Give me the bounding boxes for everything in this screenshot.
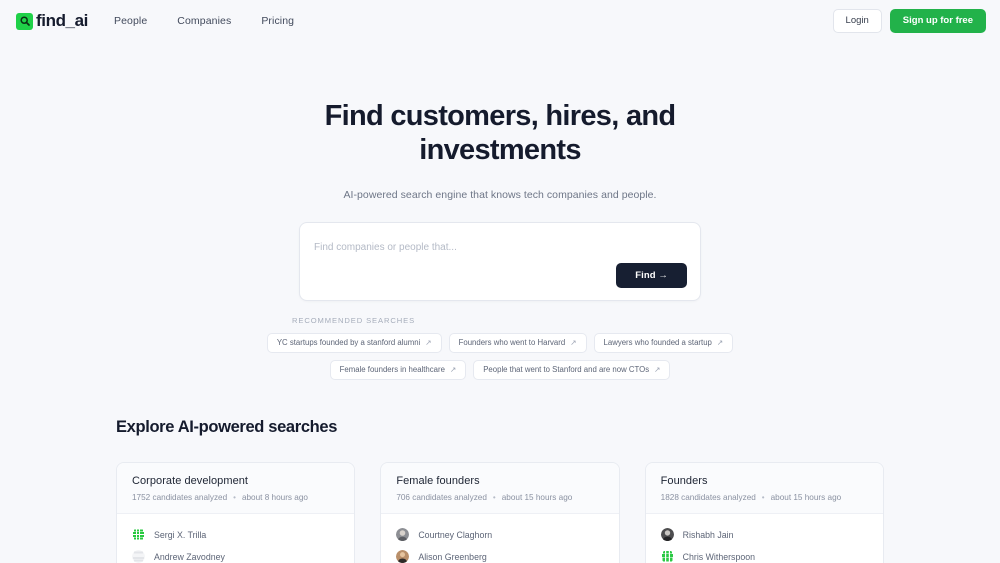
login-button[interactable]: Login — [832, 9, 882, 33]
chip-label: Lawyers who founded a startup — [603, 338, 712, 348]
card-people-list: Courtney Claghorn Alison Greenberg Liz T… — [381, 514, 618, 563]
external-arrow-icon: ↗ — [654, 365, 661, 375]
card-timestamp: about 15 hours ago — [501, 492, 573, 502]
card-people-list: Rishabh Jain Chris Witherspoon Paul Naka… — [646, 514, 883, 563]
person-name: Sergi X. Trilla — [154, 529, 207, 540]
recommended-chip[interactable]: People that went to Stanford and are now… — [473, 360, 671, 380]
chip-label: Female founders in healthcare — [339, 365, 445, 375]
meta-separator: • — [233, 492, 236, 502]
external-arrow-icon: ↗ — [425, 338, 432, 348]
hero-section: Find customers, hires, and investments A… — [0, 42, 1000, 201]
avatar — [660, 528, 674, 542]
card-meta: 1752 candidates analyzed • about 8 hours… — [132, 493, 339, 502]
card-title: Female founders — [396, 474, 480, 487]
magnifier-icon — [16, 12, 33, 30]
find-button[interactable]: Find → — [616, 262, 687, 289]
avatar — [396, 550, 410, 563]
card-meta: 1828 candidates analyzed • about 15 hour… — [661, 493, 868, 502]
search-card[interactable]: Female founders 706 candidates analyzed … — [380, 461, 620, 563]
card-header: Corporate development 1752 candidates an… — [117, 462, 355, 514]
recommended-chip[interactable]: Female founders in healthcare ↗ — [329, 360, 467, 380]
card-header: Female founders 706 candidates analyzed … — [381, 462, 619, 514]
chip-label: YC startups founded by a stanford alumni — [276, 338, 421, 348]
avatar — [132, 550, 145, 563]
nav-link-people[interactable]: People — [114, 15, 147, 27]
person-name: Courtney Claghorn — [418, 529, 493, 540]
card-meta: 706 candidates analyzed • about 15 hours… — [396, 493, 603, 502]
chip-label: People that went to Stanford and are now… — [483, 365, 650, 375]
card-count: 1752 candidates analyzed — [132, 492, 228, 502]
recommended-chip[interactable]: YC startups founded by a stanford alumni… — [266, 333, 442, 354]
list-item[interactable]: Alison Greenberg — [396, 546, 603, 563]
search-input[interactable] — [314, 242, 686, 254]
card-people-list: Sergi X. Trilla Andrew Zavodney Peter R.… — [117, 514, 354, 563]
card-count: 1828 candidates analyzed — [660, 492, 756, 502]
list-item[interactable]: Andrew Zavodney — [132, 546, 339, 563]
nav-link-pricing[interactable]: Pricing — [261, 15, 294, 27]
external-arrow-icon: ↗ — [716, 338, 724, 348]
search-card[interactable]: Founders 1828 candidates analyzed • abou… — [644, 461, 884, 563]
avatar — [132, 528, 145, 542]
recommended-chip[interactable]: Lawyers who founded a startup ↗ — [593, 333, 734, 354]
meta-separator: • — [492, 492, 496, 502]
person-name: Alison Greenberg — [418, 551, 487, 562]
search-section: Find → — [0, 222, 1000, 302]
brand-name: find_ai — [36, 11, 88, 30]
card-header: Founders 1828 candidates analyzed • abou… — [645, 462, 883, 514]
page-title: Find customers, hires, and investments — [324, 100, 677, 166]
list-item[interactable]: Rishabh Jain — [660, 524, 868, 546]
chip-label: Founders who went to Harvard — [458, 338, 566, 348]
card-count: 706 candidates analyzed — [396, 492, 487, 502]
recommended-chip-rows: YC startups founded by a stanford alumni… — [266, 333, 734, 380]
list-item[interactable]: Courtney Claghorn — [396, 524, 603, 546]
person-name: Chris Witherspoon — [682, 551, 756, 562]
card-timestamp: about 15 hours ago — [770, 492, 842, 502]
meta-separator: • — [761, 492, 765, 502]
external-arrow-icon: ↗ — [570, 338, 577, 348]
card-title: Founders — [660, 474, 708, 487]
nav-actions: Login Sign up for free — [832, 9, 986, 33]
top-navbar: find_ai People Companies Pricing Login S… — [0, 0, 1000, 42]
recommended-row: Female founders in healthcare ↗ People t… — [290, 360, 710, 380]
signup-button[interactable]: Sign up for free — [889, 9, 986, 33]
brand-logo[interactable]: find_ai — [16, 11, 88, 31]
person-name: Andrew Zavodney — [154, 551, 225, 562]
card-title: Corporate development — [132, 474, 249, 487]
person-name: Rishabh Jain — [682, 529, 734, 540]
explore-section: Explore AI-powered searches Corporate de… — [0, 418, 1000, 563]
search-card[interactable]: Corporate development 1752 candidates an… — [116, 461, 356, 563]
nav-link-companies[interactable]: Companies — [177, 15, 231, 27]
hero-subtitle: AI-powered search engine that knows tech… — [343, 189, 657, 202]
recommended-searches: RECOMMENDED SEARCHES YC startups founded… — [266, 316, 734, 380]
search-box[interactable]: Find → — [299, 222, 701, 302]
recommended-label: RECOMMENDED SEARCHES — [292, 316, 416, 326]
list-item[interactable]: Sergi X. Trilla — [132, 524, 339, 546]
recommended-chip[interactable]: Founders who went to Harvard ↗ — [448, 333, 587, 354]
card-timestamp: about 8 hours ago — [241, 492, 308, 502]
list-item[interactable]: Chris Witherspoon — [660, 546, 868, 563]
external-arrow-icon: ↗ — [449, 365, 457, 375]
avatar — [660, 550, 674, 563]
nav-links: People Companies Pricing — [114, 15, 294, 27]
explore-cards: Corporate development 1752 candidates an… — [116, 461, 884, 563]
recommended-row: YC startups founded by a stanford alumni… — [266, 333, 734, 354]
explore-heading: Explore AI-powered searches — [116, 417, 338, 436]
avatar — [396, 528, 410, 542]
